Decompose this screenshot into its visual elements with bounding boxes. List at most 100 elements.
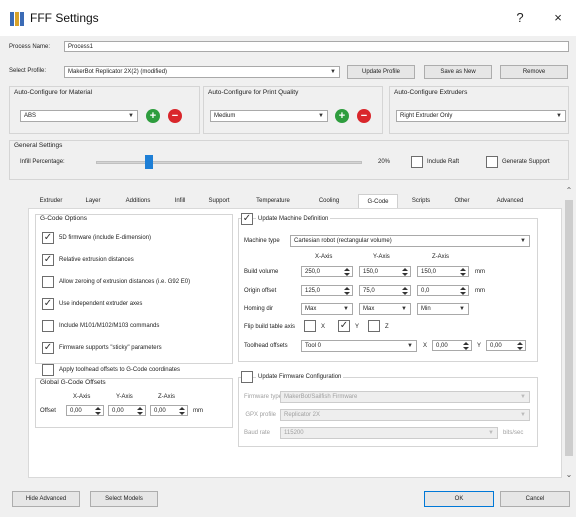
spin-arrows-icon[interactable] xyxy=(459,287,467,295)
build-volume-y-spinbox[interactable]: 150,0 xyxy=(359,266,411,277)
app-logo-icon xyxy=(10,12,24,26)
machine-type-select[interactable]: Cartesian robot (rectangular volume) ▼ xyxy=(290,235,530,247)
origin-offset-y-spinbox[interactable]: 75,0 xyxy=(359,285,411,296)
gpx-profile-label: GPX profile xyxy=(245,412,276,418)
tab-g-code[interactable]: G-Code xyxy=(358,194,398,209)
material-group-title: Auto-Configure for Material xyxy=(14,89,93,96)
include-raft-checkbox[interactable] xyxy=(411,156,423,168)
close-button[interactable]: × xyxy=(546,8,570,28)
generate-support-checkbox[interactable] xyxy=(486,156,498,168)
chevron-down-icon: ▼ xyxy=(459,306,465,312)
tab-layer[interactable]: Layer xyxy=(76,194,110,208)
spin-arrows-icon[interactable] xyxy=(343,268,351,276)
general-settings-title: General Settings xyxy=(14,142,63,149)
gcode-option-checkbox[interactable]: ✓ xyxy=(42,254,54,266)
cancel-button[interactable]: Cancel xyxy=(500,491,570,507)
gcode-option-checkbox[interactable] xyxy=(42,364,54,376)
build-volume-z-spinbox[interactable]: 150,0 xyxy=(417,266,469,277)
offset-y-spinbox[interactable]: 0,00 xyxy=(108,405,146,416)
gcode-option-checkbox[interactable]: ✓ xyxy=(42,342,54,354)
homing-x-select[interactable]: Max ▼ xyxy=(301,303,353,315)
firmware-type-select[interactable]: MakerBot/Sailfish Firmware ▼ xyxy=(280,391,530,403)
select-models-button[interactable]: Select Models xyxy=(90,491,158,507)
select-profile-label: Select Profile: xyxy=(9,68,47,74)
spin-arrows-icon[interactable] xyxy=(401,287,409,295)
origin-offset-x-spinbox[interactable]: 125,0 xyxy=(301,285,353,296)
homing-z-select[interactable]: Min ▼ xyxy=(417,303,469,315)
toolhead-y-spinbox[interactable]: 0,00 xyxy=(486,340,526,351)
ok-button[interactable]: OK xyxy=(424,491,494,507)
origin-offset-z-spinbox[interactable]: 0,0 xyxy=(417,285,469,296)
flip-y-checkbox[interactable]: ✓ xyxy=(338,320,350,332)
chevron-down-icon: ▼ xyxy=(318,113,324,119)
chevron-down-icon: ▼ xyxy=(488,430,494,436)
update-profile-button[interactable]: Update Profile xyxy=(347,65,415,79)
offset-y-axis-header: Y-Axis xyxy=(116,394,133,400)
gcode-option-checkbox[interactable]: ✓ xyxy=(42,232,54,244)
tab-other[interactable]: Other xyxy=(444,194,480,208)
gcode-option-checkbox[interactable] xyxy=(42,276,54,288)
gpx-profile-value: Replicator 2X xyxy=(284,412,321,418)
tab-temperature[interactable]: Temperature xyxy=(244,194,302,208)
spin-arrows-icon[interactable] xyxy=(178,407,186,415)
update-firmware-checkbox[interactable] xyxy=(241,371,253,383)
material-select[interactable]: ABS ▼ xyxy=(20,110,138,122)
toolhead-x-spinbox[interactable]: 0,00 xyxy=(432,340,472,351)
remove-button[interactable]: Remove xyxy=(500,65,568,79)
tab-extruder[interactable]: Extruder xyxy=(30,194,72,208)
process-name-input[interactable]: Process1 xyxy=(64,41,569,52)
scroll-up-icon[interactable]: ⌃ xyxy=(564,186,574,198)
flip-y-label: Y xyxy=(355,324,360,330)
help-button[interactable]: ? xyxy=(508,8,532,28)
baud-rate-select[interactable]: 115200 ▼ xyxy=(280,427,498,439)
tab-cooling[interactable]: Cooling xyxy=(306,194,352,208)
update-machine-checkbox[interactable]: ✓ xyxy=(241,213,253,225)
spin-arrows-icon[interactable] xyxy=(136,407,144,415)
offset-unit-label: mm xyxy=(193,408,203,414)
spin-arrows-icon[interactable] xyxy=(94,407,102,415)
flip-z-checkbox[interactable] xyxy=(368,320,380,332)
homing-y-select[interactable]: Max ▼ xyxy=(359,303,411,315)
tab-additions[interactable]: Additions xyxy=(116,194,160,208)
spin-arrows-icon[interactable] xyxy=(343,287,351,295)
save-as-new-button[interactable]: Save as New xyxy=(424,65,492,79)
tab-advanced[interactable]: Advanced xyxy=(484,194,536,208)
baud-rate-label: Baud rate xyxy=(244,430,271,436)
flip-x-checkbox[interactable] xyxy=(304,320,316,332)
quality-select[interactable]: Medium ▼ xyxy=(210,110,328,122)
spin-arrows-icon[interactable] xyxy=(401,268,409,276)
spin-arrows-icon[interactable] xyxy=(462,342,470,350)
remove-material-icon[interactable]: − xyxy=(168,109,182,123)
spin-arrows-icon[interactable] xyxy=(459,268,467,276)
chevron-down-icon: ▼ xyxy=(128,113,134,119)
add-material-icon[interactable]: + xyxy=(146,109,160,123)
infill-slider-track xyxy=(96,161,362,164)
remove-quality-icon[interactable]: − xyxy=(357,109,371,123)
scrollbar-thumb[interactable] xyxy=(565,200,573,456)
tab-scripts[interactable]: Scripts xyxy=(402,194,440,208)
build-volume-x-spinbox[interactable]: 250,0 xyxy=(301,266,353,277)
scroll-down-icon[interactable]: ⌄ xyxy=(564,470,574,482)
build-volume-unit: mm xyxy=(475,269,485,275)
profile-select[interactable]: MakerBot Replicator 2X(2) (modified) ▼ xyxy=(64,66,340,78)
gcode-option-checkbox[interactable]: ✓ xyxy=(42,298,54,310)
build-volume-y: 150,0 xyxy=(363,269,379,275)
homing-dir-label: Homing dir xyxy=(244,306,274,312)
hide-advanced-button[interactable]: Hide Advanced xyxy=(12,491,80,507)
infill-percentage-value: 20% xyxy=(378,159,391,165)
extruders-group-title: Auto-Configure Extruders xyxy=(394,89,468,96)
add-quality-icon[interactable]: + xyxy=(335,109,349,123)
extruders-select[interactable]: Right Extruder Only ▼ xyxy=(396,110,566,122)
tab-infill[interactable]: Infill xyxy=(166,194,194,208)
spin-arrows-icon[interactable] xyxy=(516,342,524,350)
gpx-profile-select[interactable]: Replicator 2X ▼ xyxy=(280,409,530,421)
offset-z-spinbox[interactable]: 0,00 xyxy=(150,405,188,416)
gcode-option-checkbox[interactable] xyxy=(42,320,54,332)
offset-x-spinbox[interactable]: 0,00 xyxy=(66,405,104,416)
offset-label: Offset xyxy=(40,408,56,414)
toolhead-select[interactable]: Tool 0 ▼ xyxy=(301,340,417,352)
tab-support[interactable]: Support xyxy=(200,194,238,208)
baud-rate-value: 115200 xyxy=(284,430,304,436)
origin-offset-label: Origin offset xyxy=(244,288,277,294)
infill-slider-handle[interactable] xyxy=(145,155,154,169)
